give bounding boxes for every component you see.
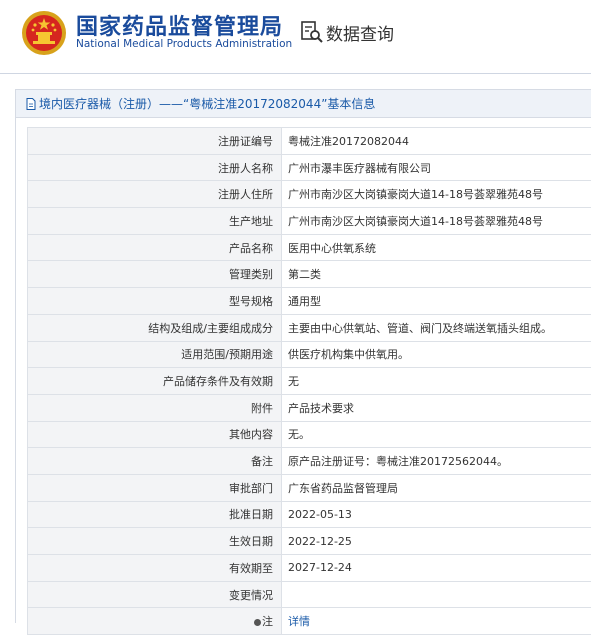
row-value: 医用中心供氧系统 [282, 234, 591, 261]
row-label: 附件 [28, 394, 282, 421]
table-row: 结构及组成/主要组成成分主要由中心供氧站、管道、阀门及终端送氧插头组成。 [28, 314, 591, 341]
row-label: 生产地址 [28, 208, 282, 235]
row-label-text: 生产地址 [229, 215, 273, 228]
row-label-text: 审批部门 [229, 482, 273, 495]
table-row: 适用范围/预期用途供医疗机构集中供氧用。 [28, 341, 591, 368]
row-value: 无。 [282, 421, 591, 448]
row-label: 注册人名称 [28, 154, 282, 181]
table-row: 注册人名称广州市瀑丰医疗器械有限公司 [28, 154, 591, 181]
table-row: 备注原产品注册证号：粤械注准20172562044。 [28, 448, 591, 475]
row-label-text: 型号规格 [229, 295, 273, 308]
table-row: 有效期至 2027-12-24 [28, 555, 591, 582]
row-label-text: 管理类别 [229, 268, 273, 281]
row-label-text: 变更情况 [229, 589, 273, 602]
row-label: 生效日期 [28, 528, 282, 555]
row-value: 广州市南沙区大岗镇豪岗大道14-18号荟翠雅苑48号 [282, 208, 591, 235]
info-table: 注册证编号粤械注准20172082044注册人名称广州市瀑丰医疗器械有限公司注册… [27, 127, 591, 635]
table-row: 其他内容无。 [28, 421, 591, 448]
table-row: 管理类别第二类 [28, 261, 591, 288]
row-label: 注册证编号 [28, 128, 282, 155]
table-row: 产品名称医用中心供氧系统 [28, 234, 591, 261]
row-label: 适用范围/预期用途 [28, 341, 282, 368]
table-row: 注册人住所广州市南沙区大岗镇豪岗大道14-18号荟翠雅苑48号 [28, 181, 591, 208]
pin-icon [254, 619, 261, 626]
row-value: 广州市瀑丰医疗器械有限公司 [282, 154, 591, 181]
row-label: 注 [28, 608, 282, 635]
row-label: 变更情况 [28, 581, 282, 608]
row-label: 其他内容 [28, 421, 282, 448]
table-row: 注 详情 [28, 608, 591, 635]
row-value: 供医疗机构集中供氧用。 [282, 341, 591, 368]
row-value: 无 [282, 368, 591, 395]
row-value: 第二类 [282, 261, 591, 288]
row-value: 通用型 [282, 288, 591, 315]
row-label: 产品名称 [28, 234, 282, 261]
row-label-text: 注 [262, 615, 273, 628]
table-row: 变更情况 [28, 581, 591, 608]
breadcrumb: 境内医疗器械（注册）——“粤械注准20172082044”基本信息 [16, 90, 591, 118]
site-title-en[interactable]: National Medical Products Administration [76, 38, 292, 50]
row-label: 审批部门 [28, 474, 282, 501]
row-value [282, 581, 591, 608]
row-label: 型号规格 [28, 288, 282, 315]
row-label-text: 注册人名称 [218, 162, 273, 175]
row-value: 2027-12-24 [282, 555, 591, 582]
table-row: 生产地址广州市南沙区大岗镇豪岗大道14-18号荟翠雅苑48号 [28, 208, 591, 235]
row-label-text: 注册证编号 [218, 135, 273, 148]
row-label-text: 批准日期 [229, 508, 273, 521]
row-value: 产品技术要求 [282, 394, 591, 421]
row-value: 原产品注册证号：粤械注准20172562044。 [282, 448, 591, 475]
row-label: 备注 [28, 448, 282, 475]
details-link[interactable]: 详情 [288, 615, 310, 628]
data-query-label[interactable]: 数据查询 [326, 20, 394, 45]
row-label-text: 产品储存条件及有效期 [163, 375, 273, 388]
document-search-icon [300, 20, 324, 44]
detail-panel: 境内医疗器械（注册）——“粤械注准20172082044”基本信息 注册证编号粤… [15, 89, 591, 623]
table-row: 注册证编号粤械注准20172082044 [28, 128, 591, 155]
row-value: 粤械注准20172082044 [282, 128, 591, 155]
table-row: 批准日期 2022-05-13 [28, 501, 591, 528]
row-label-text: 备注 [251, 455, 273, 468]
row-value: 2022-05-13 [282, 501, 591, 528]
table-row: 审批部门广东省药品监督管理局 [28, 474, 591, 501]
row-label: 有效期至 [28, 555, 282, 582]
row-label-text: 适用范围/预期用途 [181, 348, 273, 361]
row-label: 结构及组成/主要组成成分 [28, 314, 282, 341]
row-label-text: 有效期至 [229, 562, 273, 575]
row-value: 广东省药品监督管理局 [282, 474, 591, 501]
document-icon [26, 98, 36, 110]
row-value: 详情 [282, 608, 591, 635]
row-value: 主要由中心供氧站、管道、阀门及终端送氧插头组成。 [282, 314, 591, 341]
row-label-text: 产品名称 [229, 242, 273, 255]
row-value: 广州市南沙区大岗镇豪岗大道14-18号荟翠雅苑48号 [282, 181, 591, 208]
table-row: 生效日期 2022-12-25 [28, 528, 591, 555]
site-title-cn[interactable]: 国家药品监督管理局 [76, 9, 283, 41]
row-label-text: 注册人住所 [218, 188, 273, 201]
header-divider [0, 73, 591, 74]
row-label: 管理类别 [28, 261, 282, 288]
row-label: 批准日期 [28, 501, 282, 528]
national-emblem-icon [21, 10, 67, 56]
table-row: 产品储存条件及有效期无 [28, 368, 591, 395]
table-row: 型号规格通用型 [28, 288, 591, 315]
row-label-text: 附件 [251, 402, 273, 415]
row-value: 2022-12-25 [282, 528, 591, 555]
row-label: 产品储存条件及有效期 [28, 368, 282, 395]
site-header: 国家药品监督管理局 National Medical Products Admi… [0, 0, 591, 72]
breadcrumb-text: 境内医疗器械（注册）——“粤械注准20172082044”基本信息 [39, 95, 375, 112]
row-label-text: 其他内容 [229, 428, 273, 441]
row-label-text: 结构及组成/主要组成成分 [148, 322, 273, 335]
row-label-text: 生效日期 [229, 535, 273, 548]
row-label: 注册人住所 [28, 181, 282, 208]
table-row: 附件产品技术要求 [28, 394, 591, 421]
